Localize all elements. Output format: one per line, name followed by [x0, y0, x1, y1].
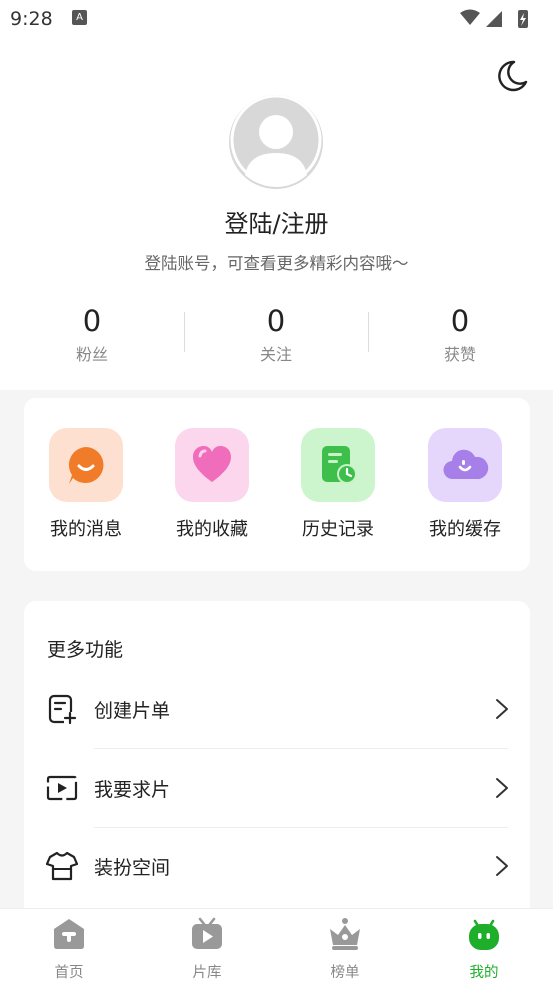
- request-video-icon: [46, 775, 78, 801]
- tv-play-icon: [192, 917, 222, 949]
- stat-value: 0: [450, 304, 470, 338]
- section-title: 更多功能: [47, 639, 124, 661]
- home-icon: [54, 919, 84, 949]
- stat-label: 获赞: [443, 345, 476, 364]
- quick-actions-card: 我的消息 我的收藏 历史记录 我的缓存: [24, 398, 530, 571]
- chevron-right-icon: [496, 778, 508, 798]
- status-icons: [458, 7, 543, 35]
- stat-value: 0: [82, 304, 102, 338]
- stat-label: 关注: [259, 345, 292, 364]
- bottom-tab-bar: 首页 片库 榜单 我的: [0, 908, 553, 984]
- menu-item-label: 我要求片: [94, 779, 171, 801]
- quick-item-messages[interactable]: 我的消息: [36, 428, 136, 541]
- tshirt-icon: [46, 851, 78, 881]
- cloud-icon: [428, 428, 502, 502]
- mascot-icon: [469, 919, 499, 950]
- chevron-right-icon: [496, 856, 508, 876]
- avatar[interactable]: [229, 95, 323, 189]
- create-list-icon: [48, 694, 77, 725]
- stat-value: 0: [266, 304, 286, 338]
- login-subtitle: 登陆账号，可查看更多精彩内容哦～: [144, 254, 409, 273]
- tab-label: 片库: [192, 965, 222, 981]
- tab-library[interactable]: 片库: [138, 917, 276, 982]
- tab-mine[interactable]: 我的: [415, 917, 553, 982]
- status-time: 9:28: [10, 8, 53, 30]
- more-functions-card: 更多功能 创建片单 我要求片 装扮空间: [24, 601, 530, 921]
- menu-item-create-list[interactable]: 创建片单: [24, 671, 530, 749]
- menu-item-request-video[interactable]: 我要求片: [24, 750, 530, 828]
- tab-label: 榜单: [330, 965, 360, 981]
- quick-label: 我的消息: [50, 519, 122, 540]
- user-icon: [230, 95, 322, 188]
- login-title[interactable]: 登陆/注册: [0, 204, 553, 239]
- message-bubble-icon: [49, 428, 123, 502]
- stat-label: 粉丝: [75, 345, 108, 364]
- divider: [94, 748, 508, 749]
- stat-following[interactable]: 0 关注: [184, 303, 368, 365]
- status-bar: 9:28 A: [0, 0, 553, 38]
- quick-label: 我的收藏: [176, 519, 248, 540]
- tab-rankings[interactable]: 榜单: [276, 917, 414, 982]
- chevron-right-icon: [496, 699, 508, 719]
- menu-item-label: 装扮空间: [94, 857, 171, 879]
- tab-home[interactable]: 首页: [0, 917, 138, 982]
- quick-label: 历史记录: [302, 519, 374, 540]
- quick-label: 我的缓存: [429, 519, 501, 540]
- tab-label: 首页: [54, 965, 84, 981]
- quick-item-favorites[interactable]: 我的收藏: [162, 428, 262, 541]
- quick-item-cache[interactable]: 我的缓存: [415, 428, 515, 541]
- heart-icon: [175, 428, 249, 502]
- history-document-icon: [301, 428, 375, 502]
- quick-item-history[interactable]: 历史记录: [288, 428, 388, 541]
- menu-item-label: 创建片单: [94, 700, 171, 722]
- menu-item-dress-up[interactable]: 装扮空间: [24, 828, 530, 906]
- stat-fans[interactable]: 0 粉丝: [0, 303, 184, 365]
- signal-battery-icon: [460, 9, 528, 28]
- stat-likes[interactable]: 0 获赞: [368, 303, 552, 365]
- moon-icon[interactable]: [494, 58, 530, 94]
- tab-label: 我的: [469, 965, 499, 981]
- notification-icon: A: [72, 10, 87, 25]
- crown-icon: [330, 918, 360, 950]
